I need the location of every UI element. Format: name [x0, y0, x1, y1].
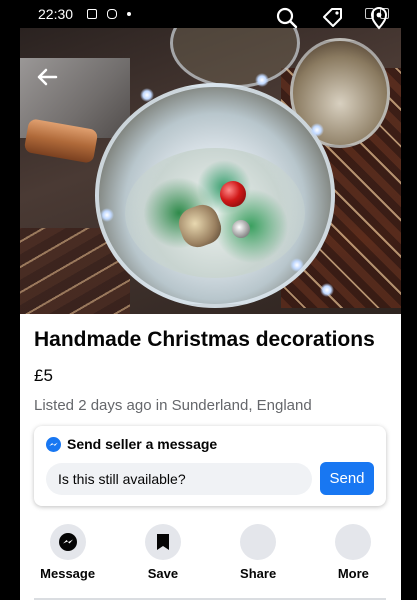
action-bar: Message Save Share More — [20, 524, 401, 590]
photo-detail — [232, 220, 250, 238]
status-time: 22:30 — [38, 6, 74, 22]
messenger-icon — [58, 533, 77, 551]
location-pin-icon[interactable] — [367, 6, 391, 30]
message-action[interactable]: Message — [20, 524, 115, 590]
bookmark-icon — [156, 534, 169, 550]
tag-icon[interactable] — [321, 6, 345, 30]
listing-meta[interactable]: Listed 2 days ago in Sunderland, England — [34, 397, 312, 414]
photo-detail — [290, 258, 304, 272]
photo-detail — [220, 181, 246, 207]
more-icon — [335, 524, 372, 560]
listing-details: Handmade Christmas decorations £5 Listed… — [20, 314, 401, 600]
messenger-icon — [46, 436, 61, 452]
back-arrow-icon[interactable] — [36, 68, 58, 86]
save-action-label: Save — [147, 566, 179, 581]
listing-photo[interactable] — [20, 28, 401, 314]
phone-screen: 22:30 Handmade Christmas decorations £5 … — [20, 0, 401, 600]
photo-detail — [320, 283, 334, 297]
message-input[interactable] — [46, 463, 312, 495]
top-action-icons — [275, 6, 391, 30]
more-action-label: More — [337, 566, 369, 581]
photo-detail — [140, 88, 154, 102]
save-action-circle — [144, 524, 181, 560]
share-icon — [240, 524, 277, 560]
photo-detail — [100, 208, 114, 222]
message-card-header: Send seller a message — [46, 436, 217, 452]
photo-detail — [255, 73, 269, 87]
notification-dot-icon — [127, 12, 132, 16]
instagram-notification-icon — [107, 9, 118, 19]
message-seller-card: Send seller a message Send — [34, 426, 386, 506]
photo-detail — [310, 123, 324, 137]
share-action-label: Share — [240, 566, 277, 581]
gallery-notification-icon — [87, 9, 98, 19]
more-action[interactable]: More — [306, 524, 401, 590]
listing-title: Handmade Christmas decorations — [34, 328, 375, 351]
share-action[interactable]: Share — [211, 524, 306, 590]
search-icon[interactable] — [275, 6, 299, 30]
save-action[interactable]: Save — [115, 524, 210, 590]
message-action-circle — [49, 524, 86, 560]
message-action-label: Message — [40, 566, 96, 581]
listing-price: £5 — [34, 366, 53, 385]
message-card-heading: Send seller a message — [67, 436, 218, 452]
send-button[interactable]: Send — [320, 462, 374, 495]
